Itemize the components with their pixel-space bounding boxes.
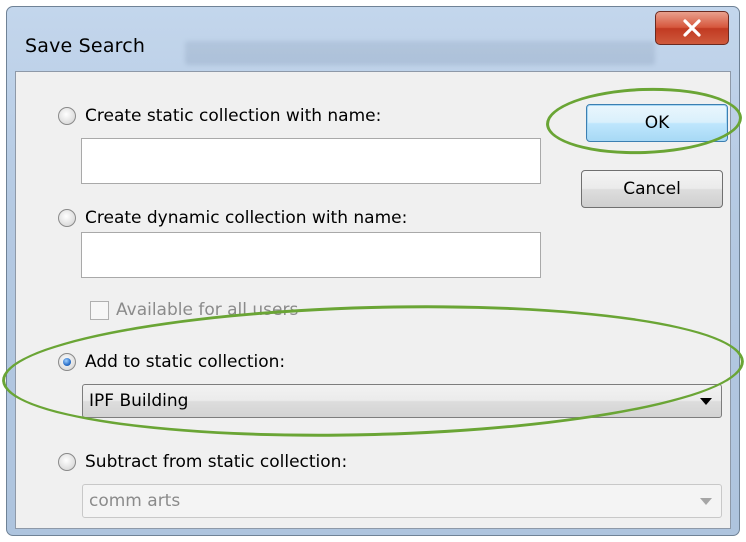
background-tabs	[185, 41, 655, 65]
subtract-static-collection-select[interactable]: comm arts	[82, 484, 722, 518]
dropdown-arrow-icon	[700, 398, 712, 405]
option-dynamic-new[interactable]: Create dynamic collection with name:	[58, 208, 407, 228]
label-static-new: Create static collection with name:	[85, 106, 382, 126]
subtract-static-selected-value: comm arts	[89, 491, 181, 511]
dynamic-collection-name-input[interactable]	[81, 232, 541, 278]
close-button[interactable]	[655, 11, 729, 45]
option-subtract-static[interactable]: Subtract from static collection:	[58, 452, 347, 472]
dialog-title: Save Search	[25, 35, 146, 57]
label-add-static: Add to static collection:	[85, 352, 286, 372]
dialog-body: Create static collection with name: Crea…	[15, 71, 731, 529]
add-static-selected-value: IPF Building	[89, 391, 189, 411]
label-dynamic-new: Create dynamic collection with name:	[85, 208, 408, 228]
option-static-new[interactable]: Create static collection with name:	[58, 106, 381, 126]
available-all-users-label: Available for all users	[116, 300, 299, 320]
save-search-dialog: Save Search Create static collection wit…	[6, 6, 740, 536]
static-collection-name-input[interactable]	[81, 138, 541, 184]
ok-button[interactable]: OK	[586, 104, 728, 142]
radio-dynamic-new[interactable]	[58, 209, 76, 227]
title-bar: Save Search	[7, 7, 739, 67]
available-all-users-checkbox[interactable]	[90, 300, 109, 320]
radio-static-new[interactable]	[58, 107, 76, 125]
add-static-collection-select[interactable]: IPF Building	[82, 384, 722, 418]
close-icon	[683, 19, 701, 37]
available-all-users-row[interactable]: Available for all users	[90, 300, 298, 320]
option-add-static[interactable]: Add to static collection:	[58, 352, 285, 372]
radio-subtract-static[interactable]	[58, 453, 76, 471]
label-subtract-static: Subtract from static collection:	[85, 452, 348, 472]
cancel-button[interactable]: Cancel	[581, 170, 723, 208]
radio-add-static[interactable]	[58, 353, 76, 371]
dropdown-arrow-icon	[700, 498, 712, 505]
